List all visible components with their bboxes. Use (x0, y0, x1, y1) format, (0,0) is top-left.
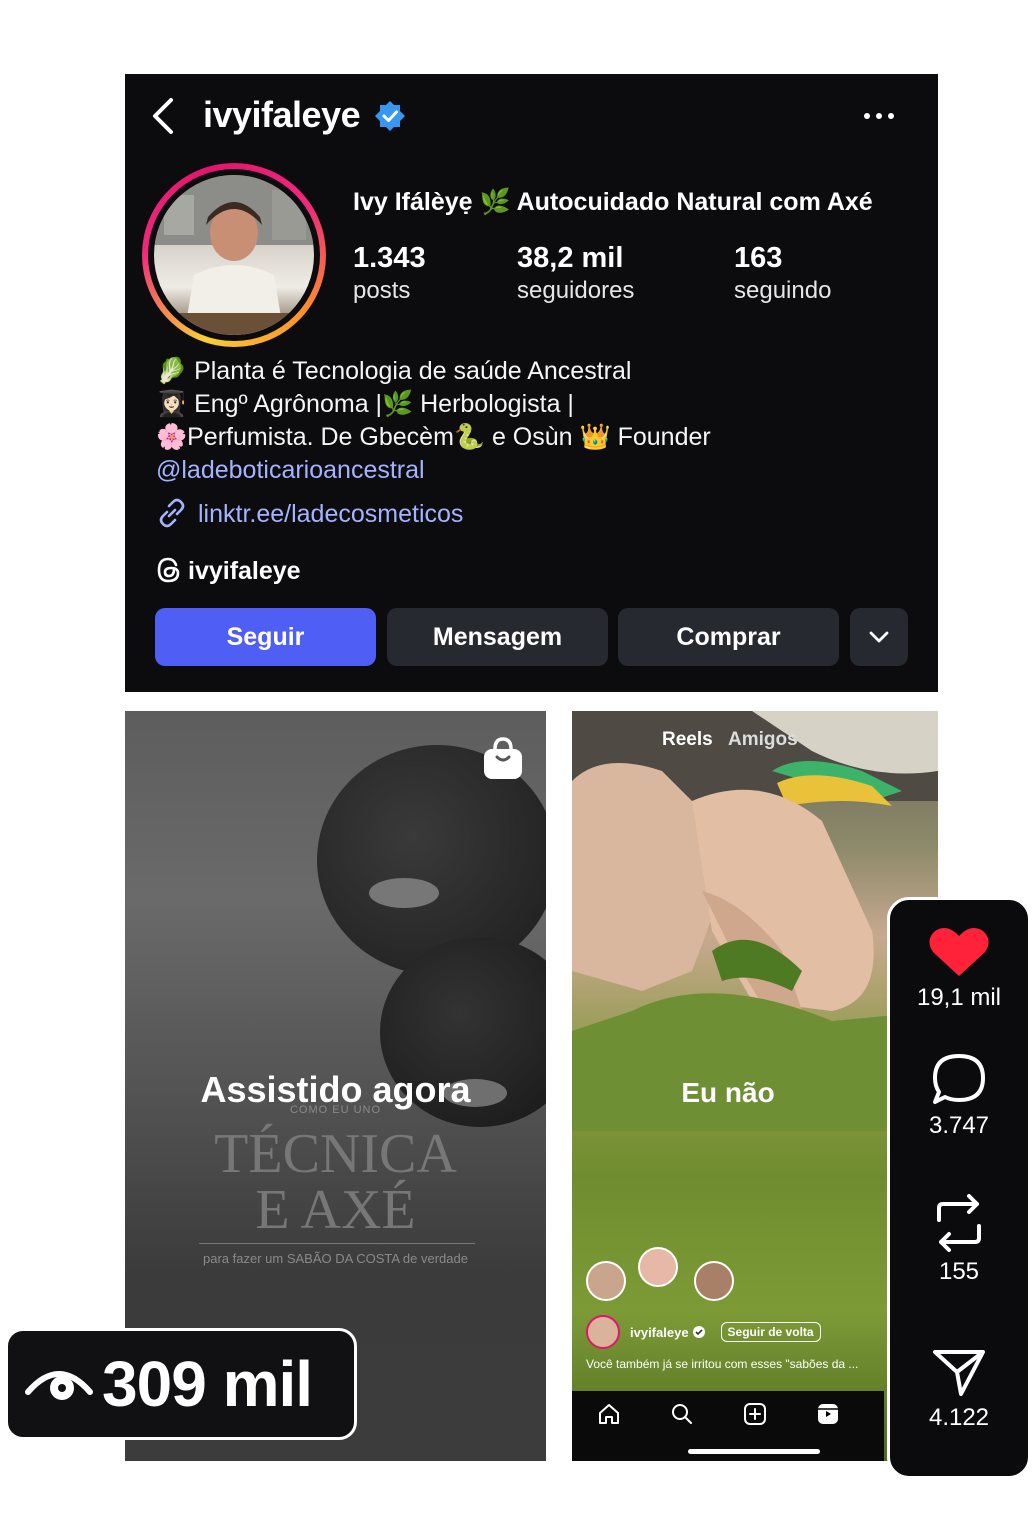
verified-badge-icon (375, 101, 405, 131)
stat-posts-value: 1.343 (353, 242, 426, 274)
avatar-photo (154, 175, 314, 335)
eye-icon (25, 1371, 93, 1400)
chevron-down-icon (869, 631, 889, 643)
link-icon (159, 498, 185, 528)
profile-header: ivyifaleye Ivy Ifálèyẹ 🌿 Autocuidado Nat… (125, 74, 938, 692)
profile-avatar (154, 175, 314, 335)
home-indicator (688, 1449, 820, 1454)
stat-following-value: 163 (734, 242, 783, 274)
likes-count: 19,1 mil (916, 984, 1002, 1011)
stat-posts[interactable]: 1.343 posts (353, 240, 426, 306)
stat-following[interactable]: 163 seguindo (734, 240, 831, 306)
comments-count: 3.747 (928, 1112, 990, 1139)
reel-tabs: Reels Amigos (662, 729, 798, 751)
profile-username: ivyifaleye (203, 94, 361, 135)
stat-followers-value: 38,2 mil (517, 242, 624, 274)
shopping-bag-icon (484, 737, 522, 779)
comment-icon (933, 1054, 985, 1104)
stat-followers-label: seguidores (517, 277, 635, 304)
friend-avatar[interactable] (586, 1261, 626, 1301)
bio-line: 👩🏻‍🎓 Engº Agrônoma |🌿 Herbologista | (156, 390, 574, 418)
post-headline: TÉCNICA E AXÉ (125, 1126, 546, 1238)
threads-badge[interactable]: ivyifaleye (156, 556, 301, 586)
bio-line: 🥬 Planta é Tecnologia de saúde Ancestral (156, 357, 632, 385)
create-post-icon[interactable] (742, 1401, 768, 1427)
back-arrow-icon[interactable] (145, 96, 185, 136)
reels-icon[interactable] (815, 1401, 841, 1427)
bio-mention-link[interactable]: @ladeboticarioancestral (156, 454, 425, 487)
threads-icon (157, 557, 180, 583)
divider (199, 1243, 475, 1244)
views-count: 309 mil (102, 1348, 313, 1420)
post-overline-text: COMO EU UNO (289, 1104, 382, 1116)
friend-avatar[interactable] (694, 1261, 734, 1301)
send-icon (933, 1350, 985, 1396)
bottom-nav-bar (572, 1391, 884, 1461)
home-icon[interactable] (596, 1401, 622, 1427)
repost-icon (937, 1194, 981, 1252)
reel-tile[interactable]: Reels Amigos Eu não ivyifaleye Seguir de… (572, 711, 938, 1461)
stat-posts-label: posts (353, 277, 411, 304)
reel-actions-panel: 19,1 mil 3.747 155 4.122 (887, 897, 1031, 1479)
shop-button[interactable]: Comprar (618, 608, 839, 666)
share-action[interactable]: 4.122 (890, 1346, 1028, 1432)
follow-back-button[interactable]: Seguir de volta (720, 1322, 821, 1342)
like-action[interactable]: 19,1 mil (890, 926, 1028, 1012)
suggestions-dropdown-button[interactable] (850, 608, 908, 666)
threads-handle: ivyifaleye (188, 557, 301, 585)
more-options-icon[interactable] (859, 102, 899, 130)
external-link[interactable]: linktr.ee/ladecosmeticos (156, 497, 463, 531)
profile-display-name: Ivy Ifálèyẹ 🌿 Autocuidado Natural com Ax… (353, 188, 873, 216)
friend-avatar[interactable] (638, 1247, 678, 1287)
heart-icon (929, 927, 989, 976)
reel-author-row: ivyifaleye Seguir de volta (586, 1315, 821, 1349)
post-caption: para fazer um SABÃO DA COSTA de verdade (203, 1251, 468, 1266)
views-badge: 309 mil (5, 1328, 357, 1440)
tab-reels[interactable]: Reels (662, 729, 713, 750)
reel-author-username[interactable]: ivyifaleye (630, 1325, 689, 1340)
post-headline-line: TÉCNICA (214, 1123, 457, 1185)
reel-overlay-text: Eu não (681, 1077, 775, 1108)
external-link-text: linktr.ee/ladecosmeticos (198, 500, 464, 528)
comment-action[interactable]: 3.747 (890, 1052, 1028, 1140)
hands-with-leaves-image (572, 711, 938, 1131)
tab-friends[interactable]: Amigos (728, 729, 798, 750)
stat-following-label: seguindo (734, 277, 832, 304)
story-ring[interactable] (142, 163, 326, 347)
post-headline-line: E AXÉ (255, 1179, 416, 1241)
reel-description[interactable]: Você também já se irritou com esses "sab… (586, 1357, 858, 1371)
message-button[interactable]: Mensagem (387, 608, 608, 666)
reposts-count: 155 (938, 1258, 980, 1285)
cowrie-shell (369, 878, 439, 908)
stat-followers[interactable]: 38,2 mil seguidores (517, 240, 634, 306)
verified-badge-icon (692, 1326, 705, 1338)
shares-count: 4.122 (928, 1404, 990, 1431)
bio-line: 🌸Perfumista. De Gbecèm🐍 e Osùn 👑 Founder (156, 423, 711, 451)
follow-button[interactable]: Seguir (155, 608, 376, 666)
repost-action[interactable]: 155 (890, 1194, 1028, 1286)
search-icon[interactable] (669, 1401, 695, 1427)
reel-author-avatar[interactable] (586, 1315, 620, 1349)
